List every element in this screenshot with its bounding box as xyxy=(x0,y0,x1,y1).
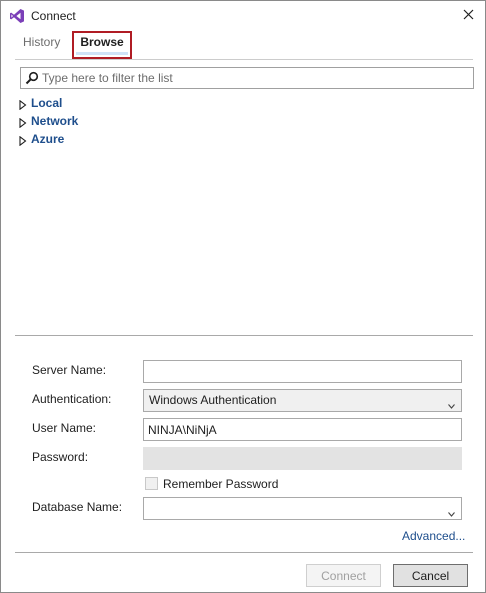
section-divider xyxy=(15,335,473,336)
active-tab-indicator xyxy=(76,52,128,55)
user-name-input[interactable] xyxy=(144,419,461,440)
server-name-label: Server Name: xyxy=(32,363,107,377)
tabs-divider xyxy=(15,59,473,60)
expand-arrow-icon[interactable] xyxy=(19,116,27,129)
password-field xyxy=(143,447,462,470)
tree-item-label: Local xyxy=(31,96,63,110)
authentication-label: Authentication: xyxy=(32,392,112,406)
connect-button[interactable]: Connect xyxy=(306,564,381,587)
filter-input[interactable] xyxy=(42,69,467,87)
remember-password-label: Remember Password xyxy=(163,477,279,491)
server-name-input[interactable] xyxy=(144,361,461,382)
tab-browse[interactable]: Browse xyxy=(72,31,132,59)
footer-divider xyxy=(15,552,473,553)
user-name-field[interactable] xyxy=(143,418,462,441)
chevron-down-icon xyxy=(448,506,455,520)
search-icon xyxy=(25,71,39,85)
advanced-link[interactable]: Advanced... xyxy=(402,529,465,543)
title-bar: Connect xyxy=(1,1,485,31)
close-icon xyxy=(463,9,474,23)
password-label: Password: xyxy=(32,450,89,464)
authentication-value: Windows Authentication xyxy=(149,393,277,407)
user-name-label: User Name: xyxy=(32,421,97,435)
tab-history[interactable]: History xyxy=(23,32,60,58)
expand-arrow-icon[interactable] xyxy=(19,134,27,147)
window-title: Connect xyxy=(31,9,76,23)
authentication-select[interactable]: Windows Authentication xyxy=(143,389,462,412)
tree-item-label: Azure xyxy=(31,132,65,146)
close-button[interactable] xyxy=(457,5,479,27)
connect-dialog: Connect History Browse Type here to filt… xyxy=(0,0,486,593)
remember-password-checkbox[interactable] xyxy=(145,477,158,490)
expand-arrow-icon[interactable] xyxy=(19,98,27,111)
chevron-down-icon xyxy=(448,398,455,409)
database-name-label: Database Name: xyxy=(32,500,123,514)
tree-item-label: Network xyxy=(31,114,79,128)
filter-box[interactable] xyxy=(20,67,474,89)
database-name-select[interactable] xyxy=(143,497,462,520)
tab-browse-label: Browse xyxy=(80,35,124,49)
visual-studio-icon xyxy=(9,8,25,24)
cancel-button[interactable]: Cancel xyxy=(393,564,468,587)
server-name-field[interactable] xyxy=(143,360,462,383)
